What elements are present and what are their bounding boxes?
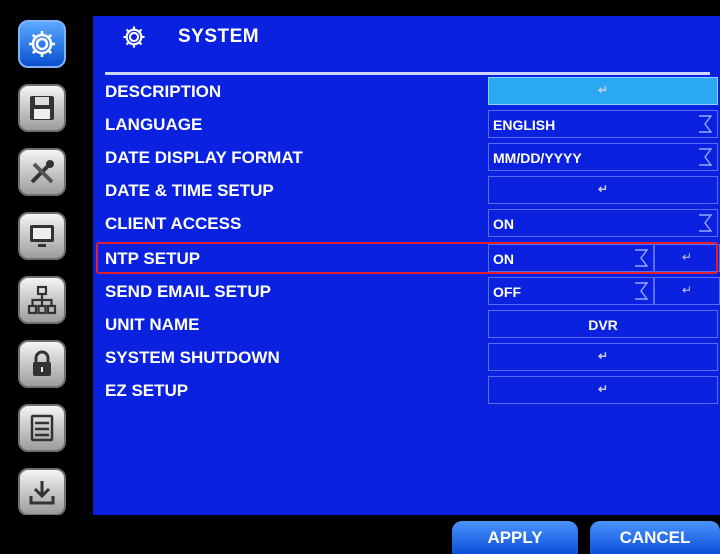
dropdown-value: MM/DD/YYYY <box>493 150 582 166</box>
gear-icon <box>29 31 55 57</box>
row-label: SYSTEM SHUTDOWN <box>105 348 280 367</box>
page-title: SYSTEM <box>178 26 260 47</box>
tools-icon <box>30 160 54 184</box>
enter-icon: ↵ <box>597 349 609 363</box>
row-label: UNIT NAME <box>105 315 200 334</box>
row-ez-setup: EZ SETUP ↵ <box>93 374 720 406</box>
dropdown-arrow-icon <box>699 214 713 232</box>
row-label: CLIENT ACCESS <box>105 214 242 233</box>
description-button[interactable]: ↵ <box>488 77 718 105</box>
storage-icon <box>30 414 54 442</box>
row-label: SEND EMAIL SETUP <box>105 282 271 301</box>
date-time-setup-button[interactable]: ↵ <box>488 176 718 204</box>
enter-icon: ↵ <box>597 182 609 196</box>
dropdown-value: OFF <box>493 284 521 300</box>
sidebar-storage-button[interactable] <box>18 404 66 452</box>
dropdown-arrow-icon <box>699 148 713 166</box>
download-icon <box>29 481 55 505</box>
sidebar <box>0 0 90 554</box>
dropdown-arrow-icon <box>635 282 649 300</box>
row-client-access: CLIENT ACCESS ON <box>93 207 720 239</box>
send-email-dropdown[interactable]: OFF <box>488 277 654 305</box>
apply-button[interactable]: APPLY <box>452 521 578 554</box>
sidebar-security-button[interactable] <box>18 340 66 388</box>
row-label: DESCRIPTION <box>105 82 222 101</box>
sidebar-record-button[interactable] <box>18 84 66 132</box>
dropdown-value: ON <box>493 216 514 232</box>
date-format-dropdown[interactable]: MM/DD/YYYY <box>488 143 718 171</box>
enter-icon: ↵ <box>681 283 693 297</box>
floppy-disk-icon <box>30 96 54 120</box>
sidebar-system-button[interactable] <box>18 20 66 68</box>
row-date-time-setup: DATE & TIME SETUP ↵ <box>93 174 720 206</box>
dropdown-value: ENGLISH <box>493 117 556 133</box>
system-shutdown-button[interactable]: ↵ <box>488 343 718 371</box>
enter-icon: ↵ <box>597 83 609 97</box>
row-label: EZ SETUP <box>105 381 189 400</box>
row-language: LANGUAGE ENGLISH <box>93 108 720 140</box>
row-description: DESCRIPTION ↵ <box>93 75 720 107</box>
system-panel: SYSTEM DESCRIPTION ↵ LANGUAGE ENGLISH DA… <box>93 16 720 515</box>
sidebar-display-button[interactable] <box>18 212 66 260</box>
gear-icon <box>123 26 145 48</box>
send-email-setup-button[interactable]: ↵ <box>654 277 720 305</box>
row-send-email: SEND EMAIL SETUP OFF ↵ <box>93 275 720 307</box>
unit-name-field[interactable]: DVR <box>488 310 718 338</box>
footer-bar: APPLY CANCEL <box>0 515 720 554</box>
language-dropdown[interactable]: ENGLISH <box>488 110 718 138</box>
dropdown-arrow-icon <box>699 115 713 133</box>
row-system-shutdown: SYSTEM SHUTDOWN ↵ <box>93 341 720 373</box>
selection-highlight <box>96 242 718 274</box>
row-label: DATE & TIME SETUP <box>105 181 274 200</box>
row-label: DATE DISPLAY FORMAT <box>105 148 303 167</box>
enter-icon: ↵ <box>597 382 609 396</box>
network-icon <box>27 285 57 315</box>
sidebar-network-button[interactable] <box>18 276 66 324</box>
monitor-icon <box>30 225 54 247</box>
field-value: DVR <box>588 317 618 333</box>
panel-header: SYSTEM <box>93 16 720 58</box>
cancel-button[interactable]: CANCEL <box>590 521 720 554</box>
lock-icon <box>33 350 51 376</box>
client-access-dropdown[interactable]: ON <box>488 209 718 237</box>
row-label: LANGUAGE <box>105 115 203 134</box>
sidebar-backup-button[interactable] <box>18 468 66 516</box>
row-date-format: DATE DISPLAY FORMAT MM/DD/YYYY <box>93 141 720 173</box>
row-ntp-setup: NTP SETUP ON ↵ <box>93 242 720 274</box>
row-unit-name: UNIT NAME DVR <box>93 308 720 340</box>
ez-setup-button[interactable]: ↵ <box>488 376 718 404</box>
sidebar-tools-button[interactable] <box>18 148 66 196</box>
